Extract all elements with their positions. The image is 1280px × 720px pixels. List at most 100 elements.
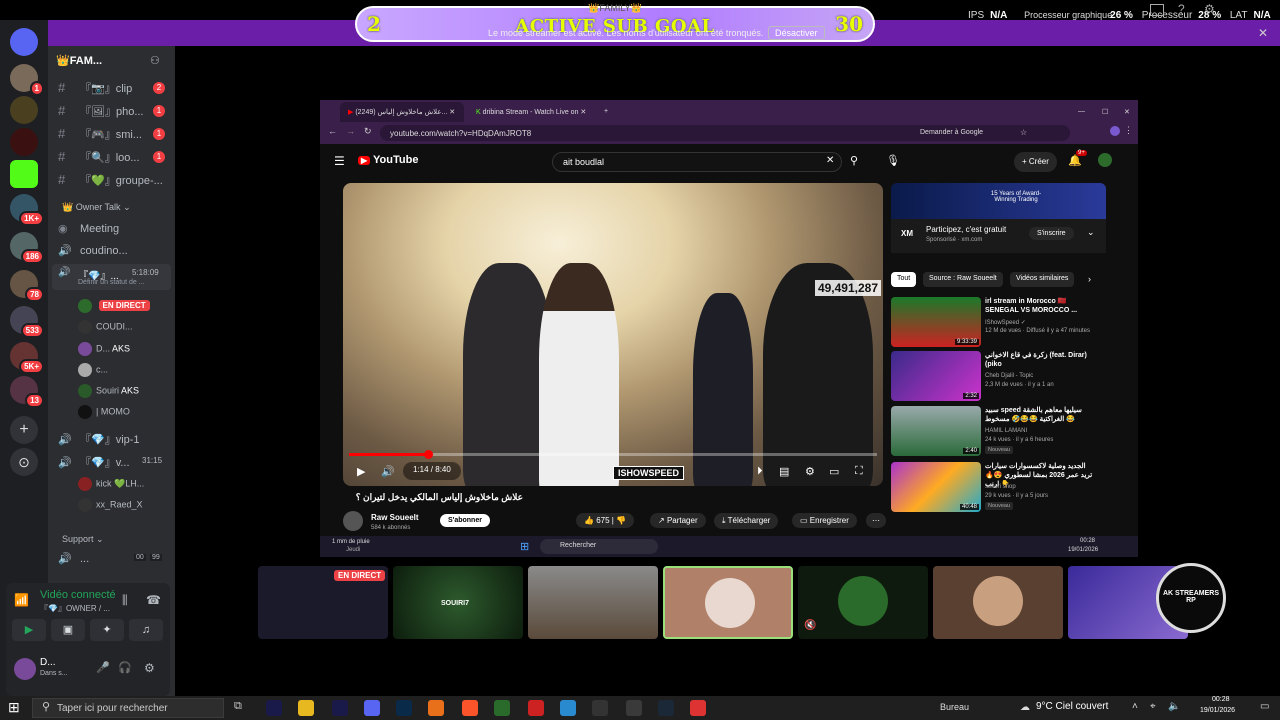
progress-scrubber[interactable] [424, 450, 434, 459]
voice-user[interactable]: Souiri AKS [78, 384, 139, 398]
app-icon[interactable] [592, 700, 608, 716]
volume-icon[interactable]: 🔊 [381, 465, 395, 478]
disconnect-icon[interactable]: ☎ [146, 593, 161, 607]
app-icon[interactable] [528, 700, 544, 716]
discord-home-icon[interactable] [10, 28, 38, 56]
video-progress-bar[interactable] [349, 450, 877, 459]
server-icon[interactable]: 5K+ [10, 342, 44, 374]
search-icon[interactable]: ⚲ [850, 154, 858, 167]
voice-user[interactable]: xx_Raed_X [78, 498, 143, 512]
server-icon[interactable]: 533 [10, 306, 44, 338]
star-icon[interactable]: ☆ [1020, 128, 1027, 137]
tab-kick[interactable]: K dribina Stream - Watch Live on ✕ [468, 102, 602, 122]
voice-user[interactable]: EN DIRECT [78, 299, 150, 313]
ad-card[interactable]: XM Participez, c'est gratuit Sponsorisé … [891, 219, 1106, 253]
stream-cam-tile[interactable]: 🔇 [798, 566, 928, 639]
video-player[interactable]: 49,491,287 ▶ 🔊 1:14 / 8:40 ISHOWSPEED ⏵ … [343, 183, 883, 486]
channel-meeting[interactable]: ◉ Meeting [58, 222, 119, 235]
url-field[interactable]: youtube.com/watch?v=HDqDAmJROT8 Demander… [380, 125, 1070, 141]
channel-photo[interactable]: # 『🖼』pho... [58, 103, 144, 119]
windows-start-icon[interactable]: ⊞ [520, 540, 529, 553]
media-encoder-icon[interactable] [332, 700, 348, 716]
help-icon[interactable]: ? [1178, 2, 1185, 16]
clear-search-icon[interactable]: ✕ [826, 155, 834, 166]
server-icon[interactable] [10, 96, 38, 124]
task-view-icon[interactable]: ⧉ [234, 700, 250, 716]
recommendation-item[interactable]: 40:48 الجديد وصلية لاكسسوارات سيارات تري… [891, 462, 1106, 514]
download-button[interactable]: ⤓ Télécharger [714, 513, 779, 529]
channel-clip[interactable]: # 『📷』clip [58, 80, 132, 96]
server-icon[interactable]: 186 [10, 232, 44, 264]
hamburger-menu-icon[interactable]: ☰ [334, 154, 345, 168]
server-icon[interactable]: 13 [10, 376, 44, 408]
chip-source[interactable]: Source : Raw Soueelt [923, 272, 1003, 287]
deactivate-streamer-mode-button[interactable]: Désactiver [768, 26, 825, 40]
server-icon[interactable]: 78 [10, 270, 44, 302]
youtube-search-input[interactable]: ait boudlal [552, 152, 842, 172]
subscribe-button[interactable]: S'abonner [440, 514, 490, 527]
add-member-icon[interactable]: ⚇ [150, 54, 160, 67]
voice-channel-vip1[interactable]: 🔊 『💎』vip-1 [58, 431, 140, 447]
microphone-icon[interactable]: 🎤 [96, 661, 110, 674]
share-button[interactable]: ↗ Partager [650, 513, 706, 528]
chips-next-icon[interactable]: › [1088, 274, 1091, 284]
xbox-icon[interactable] [494, 700, 510, 716]
play-button[interactable]: ▶ [357, 465, 365, 478]
forward-icon[interactable]: → [346, 126, 355, 136]
camera-button[interactable]: ▶ [12, 619, 46, 641]
chrome-icon[interactable] [690, 700, 706, 716]
voice-user[interactable]: kick 💚LH... [78, 477, 144, 491]
channel-look[interactable]: # 『🔍』loo... [58, 149, 140, 165]
screen-share-button[interactable]: ▣ [51, 619, 85, 641]
recommendation-item[interactable]: 2:32 زكرة في قاع الاخواني (feat. Dirar) … [891, 351, 1106, 403]
channel-groupe[interactable]: # 『💚』groupe-... [58, 172, 163, 188]
stream-cam-tile[interactable]: SOUIRI7 [393, 566, 523, 639]
desktop-label[interactable]: Bureau [940, 702, 969, 712]
recommendation-item[interactable]: 2:40 سبيد speed سيليها معاهم بالشقة الغر… [891, 406, 1106, 458]
stream-cam-tile[interactable] [933, 566, 1063, 639]
tab-youtube[interactable]: ▶ (2249) علاش ماخلاوش إلياس... ✕ [340, 102, 464, 122]
chip-all[interactable]: Tout [891, 272, 917, 287]
server-icon[interactable]: 1K+ [10, 194, 44, 226]
discord-icon[interactable] [364, 700, 380, 716]
tray-chevron-icon[interactable]: ˄ [1132, 701, 1138, 712]
inner-search[interactable]: Rechercher [540, 539, 658, 554]
voice-channel-support[interactable]: 🔊... [58, 552, 89, 565]
volume-icon[interactable]: 🔈 [1168, 701, 1180, 712]
chip-similar[interactable]: Vidéos similaires [1010, 272, 1075, 287]
captions-icon[interactable]: ▤ [779, 465, 789, 478]
new-tab-button[interactable]: + [596, 102, 616, 122]
voice-user[interactable]: | MOMO [78, 405, 130, 419]
obs-icon[interactable] [626, 700, 642, 716]
taskbar-search-input[interactable]: Taper ici pour rechercher [32, 698, 224, 718]
stream-cam-tile[interactable] [528, 566, 658, 639]
voice-search-icon[interactable]: 🎙 [886, 154, 900, 167]
user-settings-icon[interactable]: ⚙ [144, 661, 155, 675]
browser-menu-icon[interactable]: ⋮ [1124, 125, 1133, 136]
settings-gear-icon[interactable]: ⚙ [805, 465, 815, 478]
premiere-icon[interactable] [266, 700, 282, 716]
add-server-icon[interactable]: + [10, 416, 38, 444]
active-voice-channel[interactable]: 🔊 『💎』... 5:18:09 Définir un statut de ..… [52, 264, 171, 290]
notification-center-icon[interactable]: ▭ [1260, 701, 1269, 712]
server-icon[interactable] [10, 128, 38, 156]
profile-avatar[interactable] [1110, 126, 1120, 136]
account-avatar[interactable] [1098, 153, 1112, 167]
stream-cam-tile-active[interactable] [663, 566, 793, 639]
weather-text[interactable]: 9°C Ciel couvert [1036, 701, 1108, 712]
youtube-logo[interactable]: ▶ YouTube [358, 154, 418, 166]
steam-icon[interactable] [658, 700, 674, 716]
soundboard-button[interactable]: ♫ [129, 619, 163, 641]
voice-user[interactable]: COUDI... [78, 320, 133, 334]
kick-server-icon[interactable] [10, 160, 38, 188]
ask-google-button[interactable]: Demander à Google [920, 129, 983, 136]
channel-avatar[interactable] [343, 511, 363, 531]
category-support[interactable]: Support ⌄ [62, 534, 104, 545]
lightroom-icon[interactable] [396, 700, 412, 716]
file-explorer-icon[interactable] [298, 700, 314, 716]
voice-channel-v[interactable]: 🔊 『💎』v... [58, 454, 130, 470]
ad-cta-button[interactable]: S'inscrire [1029, 227, 1074, 240]
reload-icon[interactable]: ↻ [364, 126, 372, 137]
voice-user[interactable]: D... AKS [78, 342, 130, 356]
noise-suppression-icon[interactable]: ⫼ [122, 593, 128, 608]
